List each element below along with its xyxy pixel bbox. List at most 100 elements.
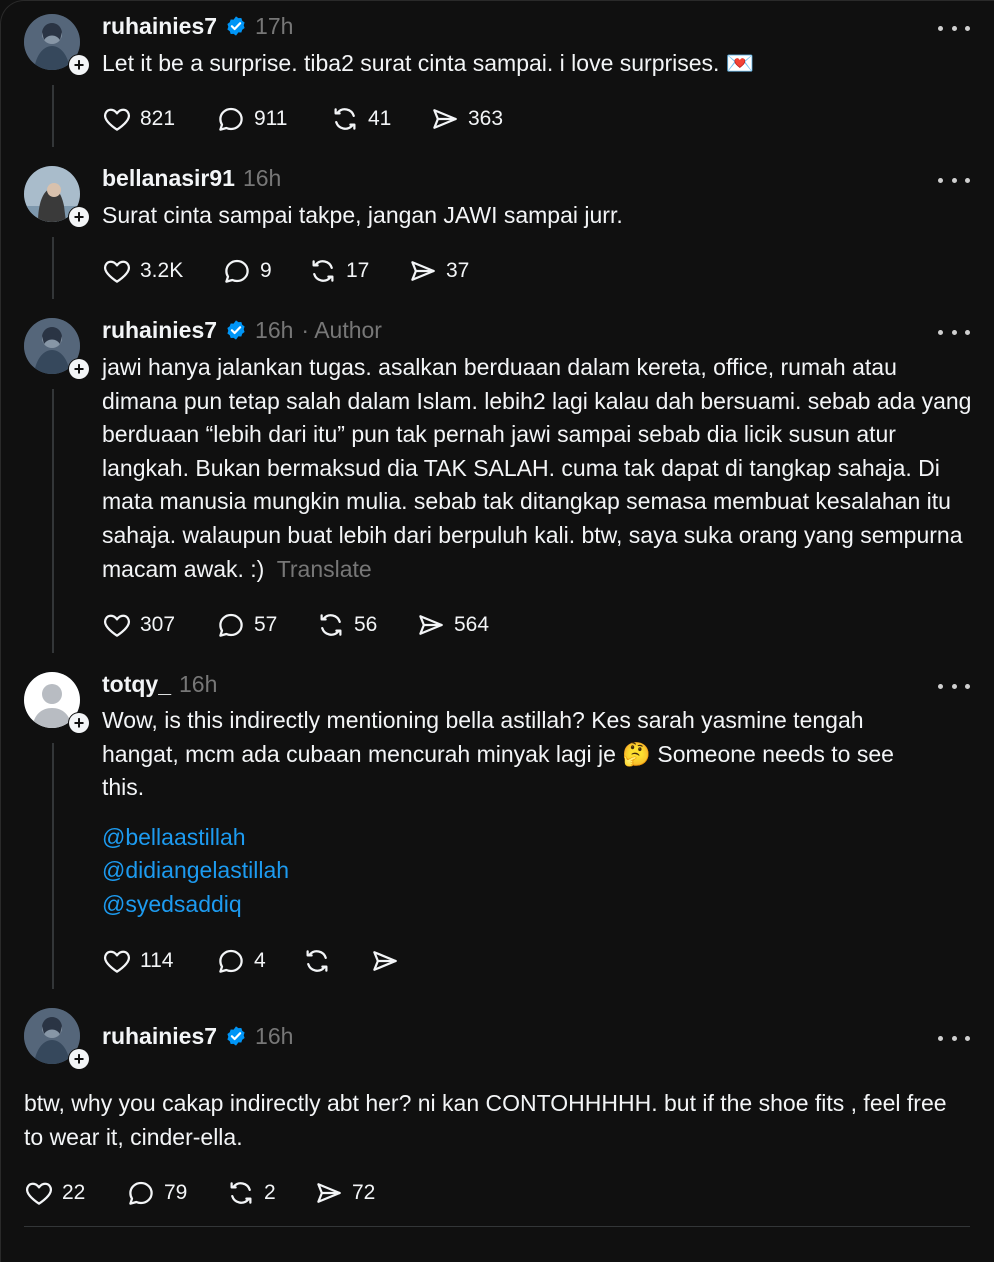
reply-button[interactable]: 4 [216,946,302,976]
reply-count: 9 [260,259,272,282]
repost-button[interactable]: 41 [330,104,430,134]
share-count: 72 [352,1181,376,1204]
more-dots-icon[interactable] [938,678,970,694]
follow-plus-icon[interactable]: + [68,54,90,76]
mention-link[interactable]: @bellaastillah [102,821,922,855]
timestamp[interactable]: 16h [243,165,281,192]
reply-button[interactable]: 57 [216,610,316,640]
share-count: 564 [454,613,490,636]
repost-button[interactable]: 17 [308,256,408,286]
author-tag: · Author [301,316,382,343]
reply-button[interactable]: 9 [222,256,308,286]
action-bar: 307 57 56 564 [102,610,489,640]
post-text: Surat cinta sampai takpe, jangan JAWI sa… [102,199,972,233]
repost-icon [226,1178,256,1208]
post-body: Let it be a surprise. tiba2 surat cinta … [102,50,755,76]
share-send-icon [408,256,438,286]
repost-icon [308,256,338,286]
avatar[interactable]: + [24,1008,90,1070]
follow-plus-icon[interactable]: + [68,712,90,734]
heart-icon [24,1178,54,1208]
like-button[interactable]: 821 [102,104,216,134]
like-button[interactable]: 22 [24,1178,126,1208]
verified-badge-icon [225,15,247,37]
more-dots-icon[interactable] [938,1030,970,1046]
reply-button[interactable]: 79 [126,1178,226,1208]
repost-count: 17 [346,259,370,282]
avatar[interactable]: + [24,318,90,380]
post-body-text: jawi hanya jalankan tugas. asalkan berdu… [102,354,972,582]
username[interactable]: ruhainies7 [102,13,217,40]
like-count: 821 [140,107,176,130]
reply-bubble-icon [216,104,246,134]
heart-icon [102,946,132,976]
username[interactable]: bellanasir91 [102,165,235,192]
heart-icon [102,104,132,134]
repost-button[interactable]: 2 [226,1178,314,1208]
thread-line [52,237,54,299]
mention-link[interactable]: @didiangelastillah [102,854,922,888]
action-bar: 22 79 2 72 [24,1178,375,1208]
timestamp[interactable]: 17h [255,13,293,40]
like-button[interactable]: 307 [102,610,216,640]
timestamp[interactable]: 16h [255,317,293,344]
reply-bubble-icon [216,610,246,640]
more-dots-icon[interactable] [938,324,970,340]
heart-icon [102,256,132,286]
share-button[interactable]: 564 [416,610,489,640]
follow-plus-icon[interactable]: + [68,206,90,228]
more-dots-icon[interactable] [938,172,970,188]
verified-badge-icon [225,319,247,341]
username[interactable]: totqy_ [102,671,171,698]
mention-link[interactable]: @syedsaddiq [102,888,922,922]
post-text: btw, why you cakap indirectly abt her? n… [24,1087,970,1154]
post-body: jawi hanya jalankan tugas. asalkan berdu… [102,351,972,586]
reply-count: 79 [164,1181,188,1204]
timestamp[interactable]: 16h [179,671,217,698]
repost-icon [330,104,360,134]
like-button[interactable]: 3.2K [102,256,222,286]
avatar[interactable]: + [24,14,90,76]
username[interactable]: ruhainies7 [102,317,217,344]
heart-icon [102,610,132,640]
repost-button[interactable]: 56 [316,610,416,640]
like-button[interactable]: 114 [102,946,216,976]
repost-count: 41 [368,107,392,130]
thread-line [52,85,54,147]
post-body: Surat cinta sampai takpe, jangan JAWI sa… [102,202,623,228]
reply-bubble-icon [126,1178,156,1208]
timestamp[interactable]: 16h [255,1023,293,1050]
like-count: 114 [140,949,174,972]
thread-line [52,389,54,653]
repost-count: 56 [354,613,378,636]
post-text: Wow, is this indirectly mentioning bella… [102,704,922,922]
share-send-icon [314,1178,344,1208]
follow-plus-icon[interactable]: + [68,358,90,380]
repost-button[interactable] [302,946,370,976]
post-text: jawi hanya jalankan tugas. asalkan berdu… [102,351,972,586]
translate-link[interactable]: Translate [277,556,372,582]
like-count: 22 [62,1181,86,1204]
repost-count: 2 [264,1181,276,1204]
reply-count: 57 [254,613,278,636]
avatar[interactable]: + [24,166,90,228]
share-button[interactable]: 37 [408,256,469,286]
repost-icon [316,610,346,640]
share-send-icon [370,946,400,976]
reply-button[interactable]: 911 [216,104,330,134]
follow-plus-icon[interactable]: + [68,1048,90,1070]
post-body: Wow, is this indirectly mentioning bella… [102,707,894,801]
avatar[interactable]: + [24,672,90,734]
share-send-icon [416,610,446,640]
username[interactable]: ruhainies7 [102,1023,217,1050]
reply-bubble-icon [216,946,246,976]
thread-line [52,743,54,989]
share-button[interactable] [370,946,408,976]
action-bar: 821 911 41 363 [102,104,503,134]
share-count: 37 [446,259,470,282]
share-button[interactable]: 363 [430,104,503,134]
share-button[interactable]: 72 [314,1178,375,1208]
post-text: Let it be a surprise. tiba2 surat cinta … [102,47,972,81]
post-body: btw, why you cakap indirectly abt her? n… [24,1090,947,1150]
more-dots-icon[interactable] [938,20,970,36]
